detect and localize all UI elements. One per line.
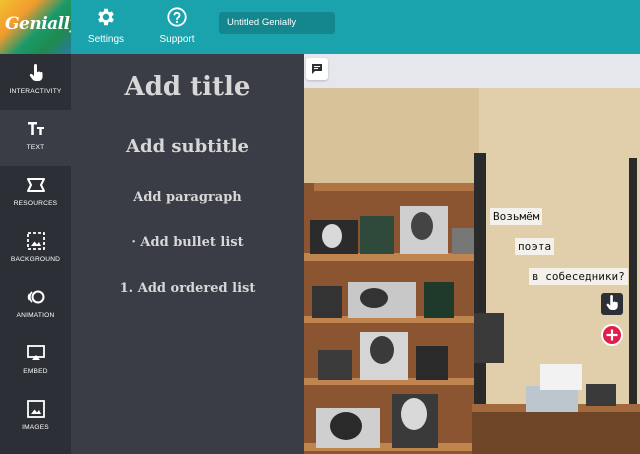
nav-label: RESOURCES (13, 200, 58, 207)
hand-pointer-icon (606, 294, 618, 310)
photo-label-3: в собеседники? (529, 268, 628, 285)
image-icon (26, 400, 45, 418)
canvas-toolbar-area (304, 54, 640, 88)
resources-icon (26, 178, 45, 192)
comment-button[interactable] (306, 58, 328, 80)
logo-text: Genially (5, 14, 71, 34)
left-toolbar: INTERACTIVITY TEXT RESOURCES BACKGROUND … (0, 54, 71, 454)
text-icon (27, 122, 44, 135)
project-title-input[interactable]: Untitled Genially (219, 12, 335, 34)
nav-label: INTERACTIVITY (9, 88, 62, 95)
photo-label-2: поэта (515, 238, 555, 255)
nav-resources[interactable]: RESOURCES (0, 166, 71, 222)
animation-icon (27, 290, 44, 304)
help-circle-icon (167, 7, 187, 27)
background-image-icon (26, 232, 45, 250)
nav-label: EMBED (23, 368, 48, 375)
nav-animation[interactable]: ANIMATION (0, 278, 71, 334)
nav-background[interactable]: BACKGROUND (0, 222, 71, 278)
hand-pointer-icon (29, 64, 42, 81)
nav-label: TEXT (26, 144, 45, 151)
photo-label-1: Возьмём (490, 208, 543, 225)
add-ordered-list-option[interactable]: 1. Add ordered list (71, 281, 304, 296)
support-label: Support (159, 34, 195, 45)
support-button[interactable]: Support (156, 6, 198, 48)
nav-label: IMAGES (22, 424, 49, 431)
plus-circle-icon (601, 324, 623, 346)
interactive-element-button[interactable] (601, 293, 623, 315)
text-panel: Add title Add subtitle Add paragraph · A… (71, 54, 304, 454)
nav-images[interactable]: IMAGES (0, 390, 71, 446)
slide-background-photo[interactable]: Возьмём поэта в собеседники? (304, 88, 640, 454)
settings-button[interactable]: Settings (86, 6, 126, 48)
add-title-option[interactable]: Add title (71, 72, 304, 102)
settings-label: Settings (87, 34, 125, 45)
add-subtitle-option[interactable]: Add subtitle (71, 136, 304, 157)
add-paragraph-option[interactable]: Add paragraph (71, 190, 304, 205)
embed-icon (26, 345, 45, 360)
nav-text[interactable]: TEXT (0, 110, 71, 166)
nav-embed[interactable]: EMBED (0, 334, 71, 390)
genially-logo[interactable]: Genially (0, 0, 71, 54)
nav-label: BACKGROUND (10, 256, 61, 263)
gear-icon (98, 8, 114, 26)
top-bar: Genially Settings Support Untitled Genia… (0, 0, 640, 54)
add-bullet-list-option[interactable]: · Add bullet list (71, 235, 304, 250)
nav-interactivity[interactable]: INTERACTIVITY (0, 54, 71, 110)
comment-icon (312, 64, 322, 74)
nav-label: ANIMATION (16, 312, 55, 319)
add-interactive-button[interactable] (600, 323, 623, 346)
